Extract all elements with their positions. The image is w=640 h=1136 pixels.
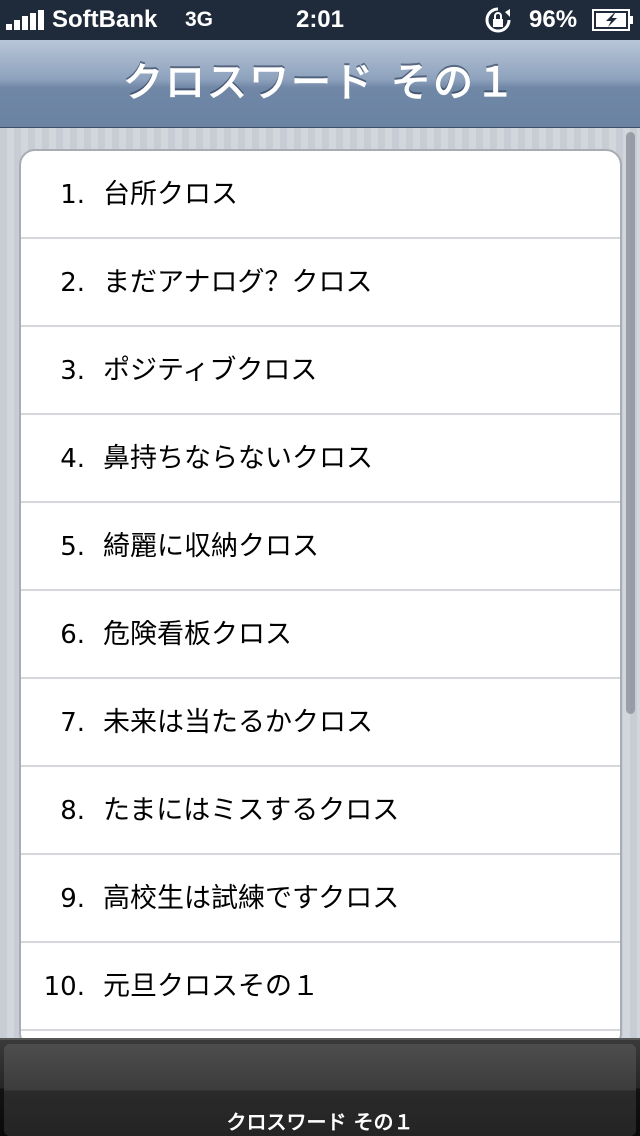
item-number: 6.	[60, 620, 85, 650]
item-label: 鼻持ちならないクロス	[103, 443, 373, 474]
item-number: 10.	[43, 972, 85, 1002]
list-scrollbar[interactable]	[626, 132, 635, 714]
rotation-lock-icon	[485, 7, 511, 33]
item-label: 綺麗に収納クロス	[103, 531, 319, 562]
navigation-bar: クロスワード その１	[0, 40, 640, 128]
list-item[interactable]: 1. 台所クロス	[21, 151, 620, 239]
list-item[interactable]: 8. たまにはミスするクロス	[21, 767, 620, 855]
item-label: 台所クロス	[103, 179, 238, 210]
list-background: 1. 台所クロス 2. まだアナログ？クロス 3. ポジティブクロス 4. 鼻持…	[0, 128, 640, 1049]
item-number: 5.	[60, 532, 85, 562]
item-label: 危険看板クロス	[103, 619, 292, 650]
list-item[interactable]: 10. 元旦クロスその１	[21, 943, 620, 1031]
list-item[interactable]: 3. ポジティブクロス	[21, 327, 620, 415]
app-screen: SoftBank 3G 2:01 96% クロスワード その１ 1. 台所クロス	[0, 0, 640, 1136]
status-bar: SoftBank 3G 2:01 96%	[0, 0, 640, 40]
list-item[interactable]: 4. 鼻持ちならないクロス	[21, 415, 620, 503]
item-number: 1.	[60, 180, 85, 210]
battery-percent: 96%	[529, 6, 578, 33]
list-item[interactable]: 7. 未来は当たるかクロス	[21, 679, 620, 767]
list-item[interactable]: 6. 危険看板クロス	[21, 591, 620, 679]
crossword-list: 1. 台所クロス 2. まだアナログ？クロス 3. ポジティブクロス 4. 鼻持…	[19, 149, 622, 1049]
item-number: 9.	[60, 884, 85, 914]
tab-label: クロスワード その１	[226, 1110, 414, 1134]
tab-bar: クロスワード その１	[0, 1038, 640, 1136]
item-label: 高校生は試練ですクロス	[103, 883, 400, 914]
item-number: 8.	[60, 796, 85, 826]
page-title: クロスワード その１	[123, 60, 517, 106]
item-number: 7.	[60, 708, 85, 738]
item-number: 4.	[60, 444, 85, 474]
tab-crossword-1[interactable]: クロスワード その１	[4, 1044, 636, 1136]
item-number: 2.	[60, 268, 85, 298]
list-item[interactable]: 2. まだアナログ？クロス	[21, 239, 620, 327]
item-label: たまにはミスするクロス	[103, 795, 400, 826]
item-label: まだアナログ？クロス	[103, 267, 373, 298]
battery-charging-icon	[592, 9, 633, 31]
item-number: 3.	[60, 356, 85, 386]
list-item[interactable]: 5. 綺麗に収納クロス	[21, 503, 620, 591]
item-label: 未来は当たるかクロス	[103, 707, 373, 738]
item-label: ポジティブクロス	[103, 355, 318, 386]
item-label: 元旦クロスその１	[103, 971, 319, 1002]
list-item[interactable]: 9. 高校生は試練ですクロス	[21, 855, 620, 943]
